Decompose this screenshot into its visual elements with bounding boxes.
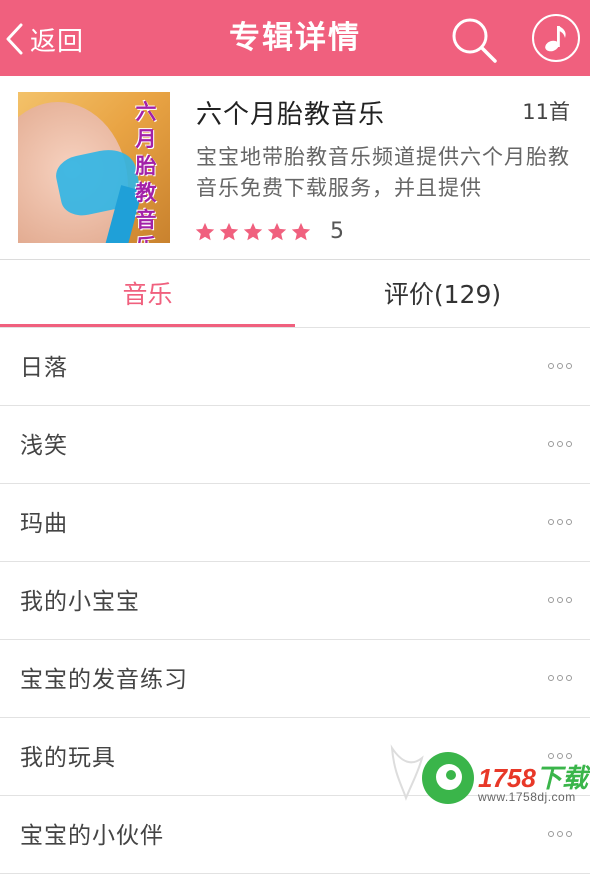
track-name: 宝宝的小伙伴	[20, 823, 164, 849]
more-dots-icon[interactable]	[545, 363, 572, 369]
star-icon	[291, 222, 311, 240]
watermark: 1758下载 www.1758dj.com	[382, 730, 590, 826]
track-row[interactable]: 日落	[0, 328, 590, 406]
back-button[interactable]: 返回	[4, 18, 84, 60]
more-dots-icon[interactable]	[545, 519, 572, 525]
rating-stars	[194, 221, 314, 243]
track-row[interactable]: 玛曲	[0, 484, 590, 562]
track-row[interactable]: 宝宝的发音练习	[0, 640, 590, 718]
track-row[interactable]: 浅笑	[0, 406, 590, 484]
track-name: 宝宝的发音练习	[20, 667, 188, 693]
tab-music[interactable]: 音乐	[0, 260, 295, 326]
tab-bar: 音乐 评价(129)	[0, 260, 590, 328]
more-dots-icon[interactable]	[545, 441, 572, 447]
more-dots-icon[interactable]	[545, 597, 572, 603]
watermark-logo-icon	[422, 752, 474, 804]
track-name: 我的小宝宝	[20, 589, 140, 615]
album-cover: 六月胎教音乐	[18, 92, 170, 243]
star-icon	[267, 222, 287, 240]
chevron-left-icon	[6, 23, 23, 55]
track-name: 我的玩具	[20, 745, 116, 771]
track-row[interactable]: 我的小宝宝	[0, 562, 590, 640]
star-icon	[219, 222, 239, 240]
cover-title-text: 六月胎教音乐	[135, 99, 157, 243]
search-icon	[452, 18, 497, 63]
watermark-url: www.1758dj.com	[478, 790, 576, 804]
track-name: 浅笑	[20, 433, 68, 459]
rating-value: 5	[330, 219, 344, 244]
more-dots-icon[interactable]	[545, 831, 572, 837]
tab-reviews[interactable]: 评价(129)	[295, 260, 590, 326]
album-rating: 5	[194, 219, 344, 244]
search-button[interactable]	[448, 14, 500, 66]
back-label: 返回	[30, 26, 85, 57]
track-count: 11首	[522, 100, 570, 124]
music-note-icon	[545, 26, 566, 52]
star-icon	[243, 222, 263, 240]
track-name: 玛曲	[20, 511, 68, 537]
album-description: 宝宝地带胎教音乐频道提供六个月胎教音乐免费下载服务，并且提供	[196, 145, 570, 200]
track-name: 日落	[20, 355, 68, 381]
star-icon	[195, 222, 215, 240]
music-player-button[interactable]	[532, 14, 580, 62]
album-name: 六个月胎教音乐	[196, 100, 386, 130]
album-header: 六月胎教音乐 六个月胎教音乐 11首 宝宝地带胎教音乐频道提供六个月胎教音乐免费…	[0, 76, 590, 260]
top-bar: 返回 专辑详情	[0, 0, 590, 76]
page-title: 专辑详情	[229, 20, 361, 56]
more-dots-icon[interactable]	[545, 675, 572, 681]
